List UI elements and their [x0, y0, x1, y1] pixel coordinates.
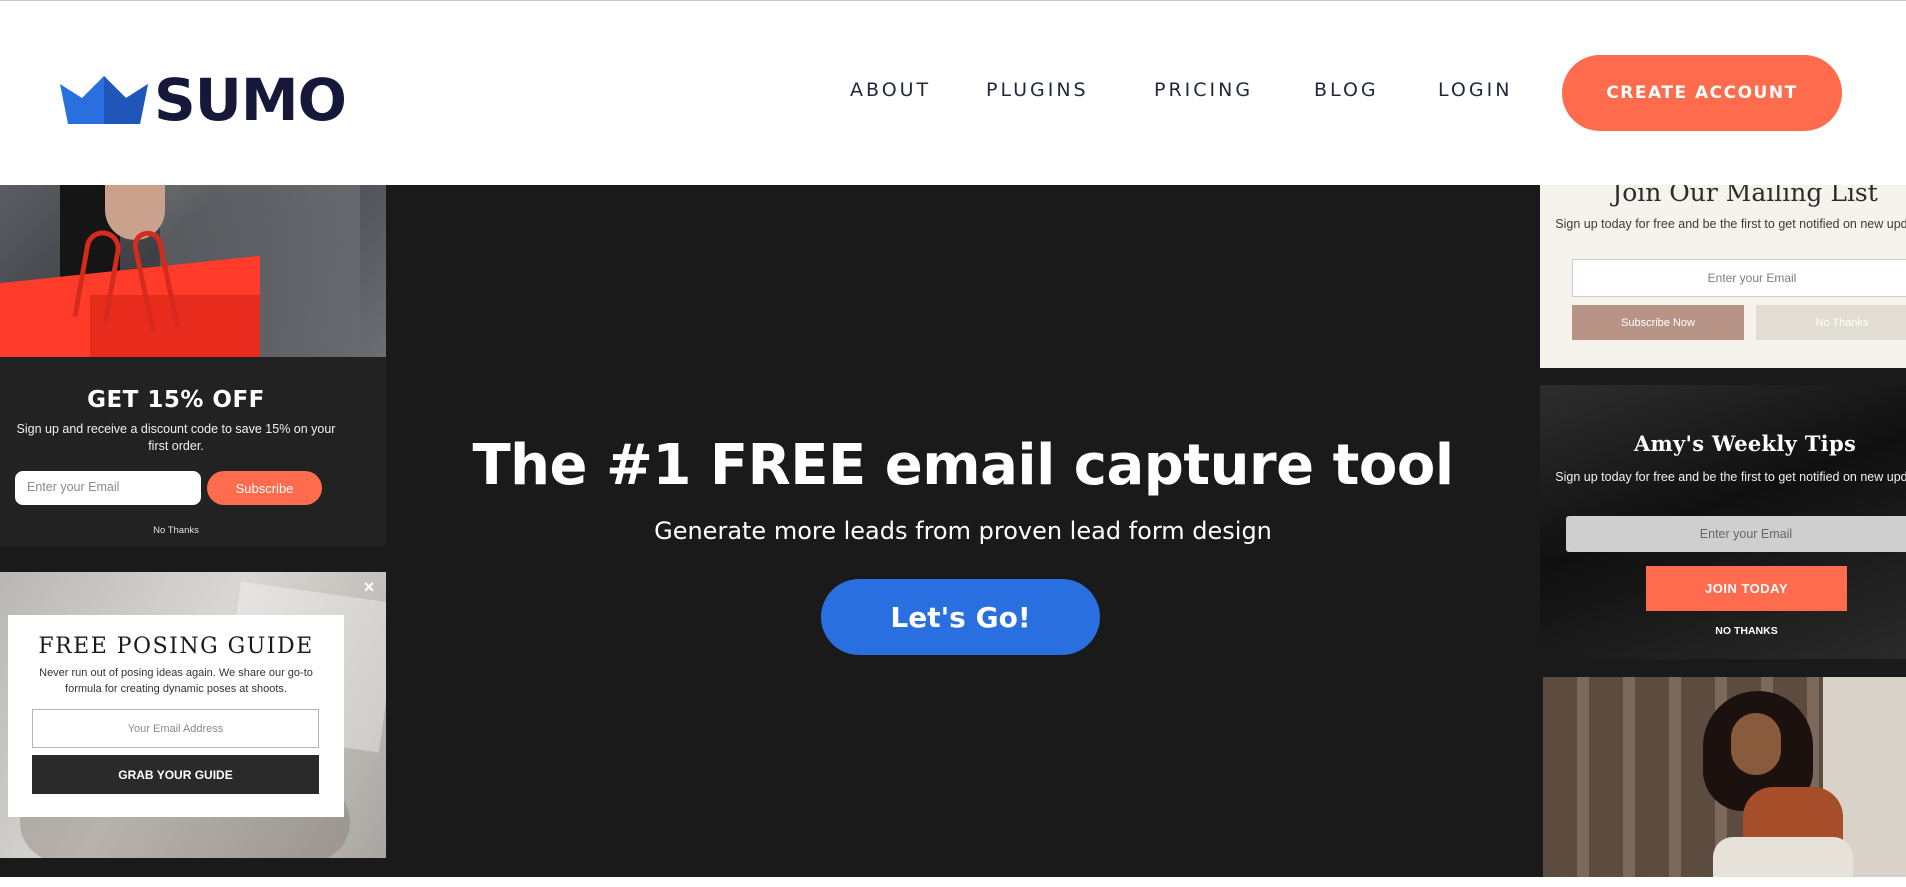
- tips-email-input[interactable]: Enter your Email: [1566, 516, 1906, 552]
- brand-name: SUMO: [154, 66, 347, 134]
- subscribe-now-button[interactable]: Subscribe Now: [1572, 305, 1744, 340]
- lets-go-button[interactable]: Let's Go!: [821, 579, 1100, 655]
- nav-about[interactable]: ABOUT: [850, 79, 931, 101]
- nav-plugins[interactable]: PLUGINS: [986, 79, 1089, 101]
- portrait-image: [1543, 677, 1906, 877]
- tips-title: Amy's Weekly Tips: [1633, 431, 1857, 456]
- posing-email-input[interactable]: Your Email Address: [32, 709, 319, 748]
- mailing-no-thanks-button[interactable]: No Thanks: [1756, 305, 1906, 340]
- discount-title: GET 15% OFF: [87, 387, 265, 413]
- posing-title: FREE POSING GUIDE: [38, 634, 314, 659]
- create-account-button[interactable]: CREATE ACCOUNT: [1562, 55, 1842, 131]
- join-today-button[interactable]: JOIN TODAY: [1646, 566, 1847, 611]
- crown-icon: [60, 76, 148, 124]
- posing-guide-popup-example: FREE POSING GUIDE Never run out of posin…: [8, 615, 344, 817]
- nav-pricing[interactable]: PRICING: [1154, 79, 1253, 101]
- tips-no-thanks-link[interactable]: NO THANKS: [1540, 625, 1906, 637]
- close-icon[interactable]: ×: [360, 578, 378, 596]
- tips-description: Sign up today for free and be the first …: [1555, 470, 1906, 484]
- mailing-email-input[interactable]: Enter your Email: [1572, 259, 1906, 297]
- discount-subscribe-button[interactable]: Subscribe: [207, 471, 322, 505]
- nav-login[interactable]: LOGIN: [1438, 79, 1512, 101]
- shopping-bag-image: [0, 185, 386, 357]
- site-header: SUMO ABOUT PLUGINS PRICING BLOG LOGIN CR…: [0, 1, 1906, 185]
- hero-subtitle: Generate more leads from proven lead for…: [654, 517, 1272, 545]
- discount-description: Sign up and receive a discount code to s…: [16, 422, 336, 453]
- sumo-logo[interactable]: SUMO: [60, 66, 347, 134]
- grab-guide-button[interactable]: GRAB YOUR GUIDE: [32, 755, 319, 794]
- mailing-description: Sign up today for free and be the first …: [1555, 217, 1906, 231]
- nav-blog[interactable]: BLOG: [1314, 79, 1379, 101]
- hero-title: The #1 FREE email capture tool: [472, 433, 1454, 498]
- weekly-tips-popup-example: Amy's Weekly Tips Sign up today for free…: [1540, 385, 1906, 659]
- hero-section: GET 15% OFF Sign up and receive a discou…: [0, 185, 1906, 877]
- discount-popup-example: GET 15% OFF Sign up and receive a discou…: [0, 357, 386, 547]
- discount-no-thanks-link[interactable]: No Thanks: [0, 525, 352, 536]
- mailing-list-popup-example: Join Our Mailing List Sign up today for …: [1540, 185, 1906, 368]
- discount-email-input[interactable]: Enter your Email: [15, 471, 201, 505]
- mailing-title: Join Our Mailing List: [1612, 185, 1878, 207]
- posing-description: Never run out of posing ideas again. We …: [39, 667, 313, 695]
